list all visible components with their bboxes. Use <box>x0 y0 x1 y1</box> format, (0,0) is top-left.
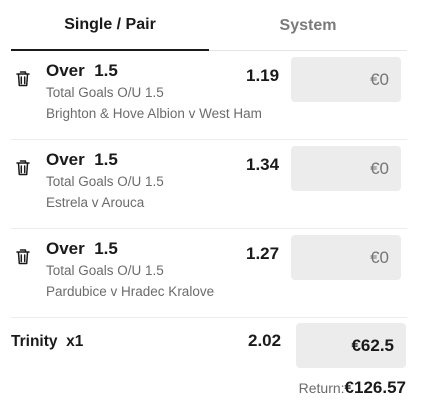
bet-row: Over 1.5 Total Goals O/U 1.5 Brighton & … <box>11 51 407 140</box>
event-name: Estrela v Arouca <box>46 195 145 210</box>
odds-value: 1.34 <box>246 155 280 174</box>
return-label: Return: <box>298 380 345 396</box>
tab-single-pair[interactable]: Single / Pair <box>11 0 209 51</box>
bet-row: Over 1.5 Total Goals O/U 1.5 Pardubice v… <box>11 229 407 318</box>
selection-title: Over 1.5 <box>46 239 118 258</box>
combo-odds: 2.02 <box>248 331 282 350</box>
event-name: Pardubice v Hradec Kralove <box>46 284 215 299</box>
stake-input[interactable] <box>291 57 401 102</box>
odds-value: 1.27 <box>246 244 280 263</box>
combo-row: Trinity x1 2.02 <box>11 318 407 378</box>
selection-title: Over 1.5 <box>46 61 118 80</box>
combo-stake-input[interactable] <box>296 323 406 368</box>
trash-icon[interactable] <box>16 249 30 265</box>
stake-input[interactable] <box>291 235 401 280</box>
tab-system[interactable]: System <box>209 0 407 51</box>
market-name: Total Goals O/U 1.5 <box>46 85 164 100</box>
bet-row: Over 1.5 Total Goals O/U 1.5 Estrela v A… <box>11 140 407 229</box>
return-value: €126.57 <box>344 378 406 397</box>
market-name: Total Goals O/U 1.5 <box>46 263 164 278</box>
trash-icon[interactable] <box>16 160 30 176</box>
combo-label: Trinity x1 <box>11 333 84 350</box>
odds-value: 1.19 <box>246 66 280 85</box>
trash-icon[interactable] <box>16 71 30 87</box>
event-name: Brighton & Hove Albion v West Ham <box>46 106 262 121</box>
potential-return: Return: €126.57 <box>299 378 406 398</box>
stake-input[interactable] <box>291 146 401 191</box>
bet-type-tabs: Single / Pair System <box>11 0 407 51</box>
market-name: Total Goals O/U 1.5 <box>46 174 164 189</box>
selection-title: Over 1.5 <box>46 150 118 169</box>
